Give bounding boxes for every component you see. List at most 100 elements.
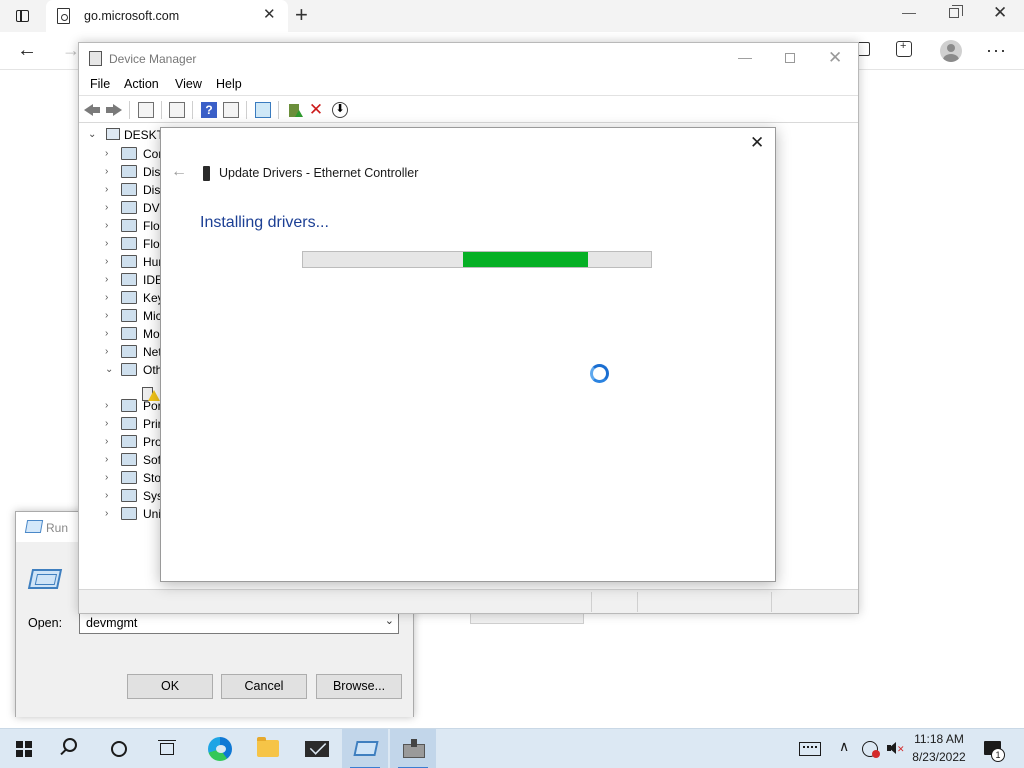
chevron-right-icon[interactable]: › <box>105 328 108 339</box>
chevron-right-icon[interactable]: › <box>105 472 108 483</box>
tree-item[interactable]: › IDE <box>79 271 169 289</box>
taskbar-file-explorer[interactable] <box>244 729 290 768</box>
computer-category-icon <box>121 147 137 160</box>
device-manager-maximize-button[interactable] <box>785 53 795 63</box>
open-combobox[interactable]: devmgmt ⌄ <box>79 611 399 634</box>
chevron-right-icon[interactable]: › <box>105 274 108 285</box>
settings-more-button[interactable]: ··· <box>986 40 1007 61</box>
back-arrow-icon[interactable] <box>84 102 100 118</box>
tree-item[interactable]: › DVD <box>79 199 169 217</box>
start-button[interactable] <box>16 741 32 757</box>
tree-item[interactable]: › Net <box>79 343 169 361</box>
forward-arrow-icon[interactable] <box>106 102 122 118</box>
properties-icon[interactable] <box>169 102 185 118</box>
tree-item[interactable]: › Sto <box>79 469 169 487</box>
show-hidden-icons-button[interactable]: ∧ <box>839 738 849 755</box>
chevron-right-icon[interactable]: › <box>105 418 108 429</box>
progress-fill <box>463 252 589 267</box>
windows-logo-pane <box>16 750 23 757</box>
search-icon[interactable] <box>63 738 77 752</box>
browse-button[interactable]: Browse... <box>316 674 402 699</box>
help-icon[interactable]: ? <box>201 102 217 118</box>
taskbar-run[interactable] <box>342 729 388 768</box>
collections-icon[interactable] <box>896 40 912 57</box>
clock-date[interactable]: 8/23/2022 <box>908 750 970 764</box>
chevron-right-icon[interactable]: › <box>105 436 108 447</box>
tree-item[interactable]: › Disp <box>79 181 169 199</box>
chevron-down-icon[interactable]: ⌄ <box>385 614 394 627</box>
chevron-right-icon[interactable]: › <box>105 220 108 231</box>
taskbar-edge[interactable] <box>196 729 242 768</box>
chevron-right-icon[interactable]: › <box>105 256 108 267</box>
tree-item[interactable]: › Hun <box>79 253 169 271</box>
show-hide-console-tree-icon[interactable] <box>138 102 154 118</box>
device-manager-titlebar[interactable]: Device Manager — ✕ <box>79 43 858 73</box>
browser-close-button[interactable]: ✕ <box>993 3 1007 23</box>
uninstall-device-icon[interactable]: ✕ <box>308 101 324 118</box>
chevron-right-icon[interactable]: › <box>105 310 108 321</box>
clock-time[interactable]: 11:18 AM <box>908 732 970 746</box>
tree-item[interactable]: › Key <box>79 289 169 307</box>
menu-action[interactable]: Action <box>124 77 159 91</box>
tree-item[interactable]: › Mic <box>79 307 169 325</box>
monitor-icon <box>121 327 137 340</box>
tab-close-button[interactable]: ✕ <box>263 7 276 23</box>
chevron-right-icon[interactable]: › <box>105 166 108 177</box>
keyboard-icon <box>121 291 137 304</box>
chevron-right-icon[interactable]: › <box>105 400 108 411</box>
wizard-close-button[interactable]: ✕ <box>750 132 764 154</box>
chevron-right-icon[interactable]: › <box>105 202 108 213</box>
tree-item[interactable]: › Flop <box>79 217 169 235</box>
chevron-down-icon[interactable]: ⌄ <box>105 364 113 375</box>
browser-restore-button[interactable] <box>949 5 963 18</box>
tree-item[interactable]: › Por <box>79 397 169 415</box>
touch-keyboard-icon[interactable] <box>799 742 821 756</box>
browser-minimize-button[interactable]: — <box>902 4 916 20</box>
menu-view[interactable]: View <box>175 77 202 91</box>
network-icon[interactable] <box>862 741 880 758</box>
tree-item[interactable]: › Syst <box>79 487 169 505</box>
chevron-right-icon[interactable]: › <box>105 508 108 519</box>
chevron-down-icon[interactable]: ⌄ <box>88 129 96 140</box>
chevron-right-icon[interactable]: › <box>105 148 108 159</box>
tree-item[interactable]: › Disk <box>79 163 169 181</box>
tree-item[interactable]: › Pro <box>79 433 169 451</box>
tab-actions-menu-icon[interactable] <box>12 6 34 26</box>
ok-button[interactable]: OK <box>127 674 213 699</box>
taskbar-mail[interactable] <box>293 729 339 768</box>
device-manager-minimize-button[interactable]: — <box>738 49 752 65</box>
new-tab-button[interactable]: + <box>295 4 308 26</box>
back-button[interactable]: ← <box>17 39 37 62</box>
browser-tab[interactable]: go.microsoft.com ✕ <box>46 0 288 32</box>
menu-file[interactable]: File <box>90 77 110 91</box>
taskbar-device-manager[interactable] <box>390 729 436 768</box>
chevron-right-icon[interactable]: › <box>105 184 108 195</box>
tree-item-label: Sof <box>143 453 162 467</box>
tree-item[interactable]: › Mo <box>79 325 169 343</box>
tree-item[interactable]: › Sof <box>79 451 169 469</box>
chevron-right-icon[interactable]: › <box>105 346 108 357</box>
wizard-back-button[interactable]: ← <box>171 163 187 181</box>
chevron-right-icon[interactable]: › <box>105 238 108 249</box>
tree-item[interactable]: ⌄ Oth <box>79 361 169 379</box>
update-driver-icon[interactable] <box>286 102 303 118</box>
view-icon[interactable] <box>223 102 239 118</box>
open-input[interactable]: devmgmt <box>86 616 137 630</box>
task-view-icon[interactable] <box>158 740 176 757</box>
device-manager-close-button[interactable]: ✕ <box>828 48 842 68</box>
tree-item[interactable]: › Cor <box>79 145 169 163</box>
menu-help[interactable]: Help <box>216 77 242 91</box>
cancel-button[interactable]: Cancel <box>221 674 307 699</box>
cortana-icon[interactable] <box>111 741 127 757</box>
tree-item[interactable]: › Flop <box>79 235 169 253</box>
chevron-right-icon[interactable]: › <box>105 292 108 303</box>
profile-avatar[interactable] <box>940 40 962 62</box>
system-device-icon <box>121 489 137 502</box>
download-icon[interactable]: ⬇ <box>332 102 348 118</box>
volume-icon[interactable] <box>887 742 897 754</box>
chevron-right-icon[interactable]: › <box>105 490 108 501</box>
chevron-right-icon[interactable]: › <box>105 454 108 465</box>
tree-item[interactable]: › Uni <box>79 505 169 523</box>
tree-item[interactable]: › Prir <box>79 415 169 433</box>
scan-hardware-icon[interactable] <box>255 102 271 118</box>
